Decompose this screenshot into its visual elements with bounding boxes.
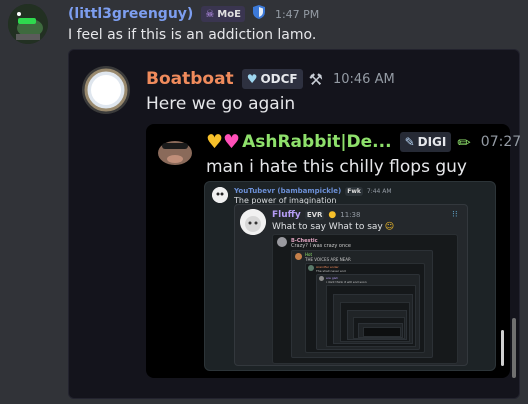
scrollbar[interactable] [501,330,504,366]
role-tag-label: ODCF [260,72,298,86]
role-tag: ☠ MoE [201,6,245,22]
message-header: ♥ ♥ AshRabbit|De... ✎ DIGI ✏ 07:27 [206,131,521,153]
avatar[interactable] [295,253,302,260]
avatar[interactable] [308,265,314,271]
avatar-image [82,66,130,114]
message-text: The shall never end [316,269,346,273]
avatar[interactable] [8,4,48,44]
avatar[interactable] [319,276,324,281]
skull-icon: ☠ [205,8,215,20]
message-text-row: What to say What to say ☺ [272,221,394,233]
username[interactable]: Fluffy [272,210,301,220]
timestamp: 10:46 AM [332,71,395,87]
scrollbar[interactable] [512,318,516,378]
username[interactable]: (littl3greenguy) [68,6,193,22]
embed[interactable] [363,327,401,337]
grid-icon: ⁝⁝ [452,210,458,220]
timestamp: 07:27 [480,134,522,150]
message-header: Fluffy EVR ● 11:38 [272,209,360,221]
timestamp: 1:47 PM [274,7,320,21]
avatar[interactable] [212,187,228,203]
avatar-image [158,141,192,165]
message-text: Crazy? I was crazy once [291,243,351,249]
username[interactable]: YouTubevr (bambampickle) [234,187,341,195]
message-header: (littl3greenguy) ☠ MoE 1:47 PM [68,5,319,23]
emoji-icon: ● [328,210,337,220]
role-tag: ✎ DIGI [399,132,452,152]
pink-heart-icon: ♥ [223,131,241,153]
role-tag-label: MoE [217,8,241,20]
message-text: man i hate this chilly flops guy [206,157,467,177]
avatar-image [240,209,266,235]
message-text: i dont think it will end soon [326,280,367,284]
username[interactable]: AshRabbit|De... [242,132,391,152]
avatar[interactable] [82,66,130,114]
role-tag-label: Fwk [347,187,361,195]
message-text: Here we go again [146,94,296,114]
avatar[interactable] [240,209,266,235]
diamond-heart-icon: ♥ [246,72,258,86]
avatar-image [8,4,48,44]
shield-icon [251,4,267,24]
role-tag: ♥ ODCF [241,69,303,89]
message-text: I feel as if this is an addiction lamo. [68,27,317,43]
role-tag: Fwk [345,186,363,196]
avatar[interactable] [277,237,287,247]
message-header: Boatboat ♥ ODCF ⚒ 10:46 AM [146,68,395,90]
message-header: YouTubevr (bambampickle) Fwk 7:44 AM [234,186,392,196]
message-text: What to say What to say [272,222,383,232]
smile-emoji-icon: ☺ [384,222,395,232]
pencil-icon: ✏ [457,132,471,152]
username[interactable]: Boatboat [146,69,234,89]
role-tag-label: EVR [306,211,323,219]
timestamp: 11:38 [340,211,361,219]
yellow-heart-icon: ♥ [206,131,224,153]
role-tag: EVR [304,210,325,220]
message-text: THE VOICES ARE NEAR [305,257,351,262]
syringe-icon: ✎ [404,135,415,149]
role-tag-label: DIGI [417,135,447,149]
tools-icon: ⚒ [308,69,323,89]
timestamp: 7:44 AM [366,187,392,195]
avatar[interactable] [156,131,194,169]
avatar-image [212,187,228,203]
